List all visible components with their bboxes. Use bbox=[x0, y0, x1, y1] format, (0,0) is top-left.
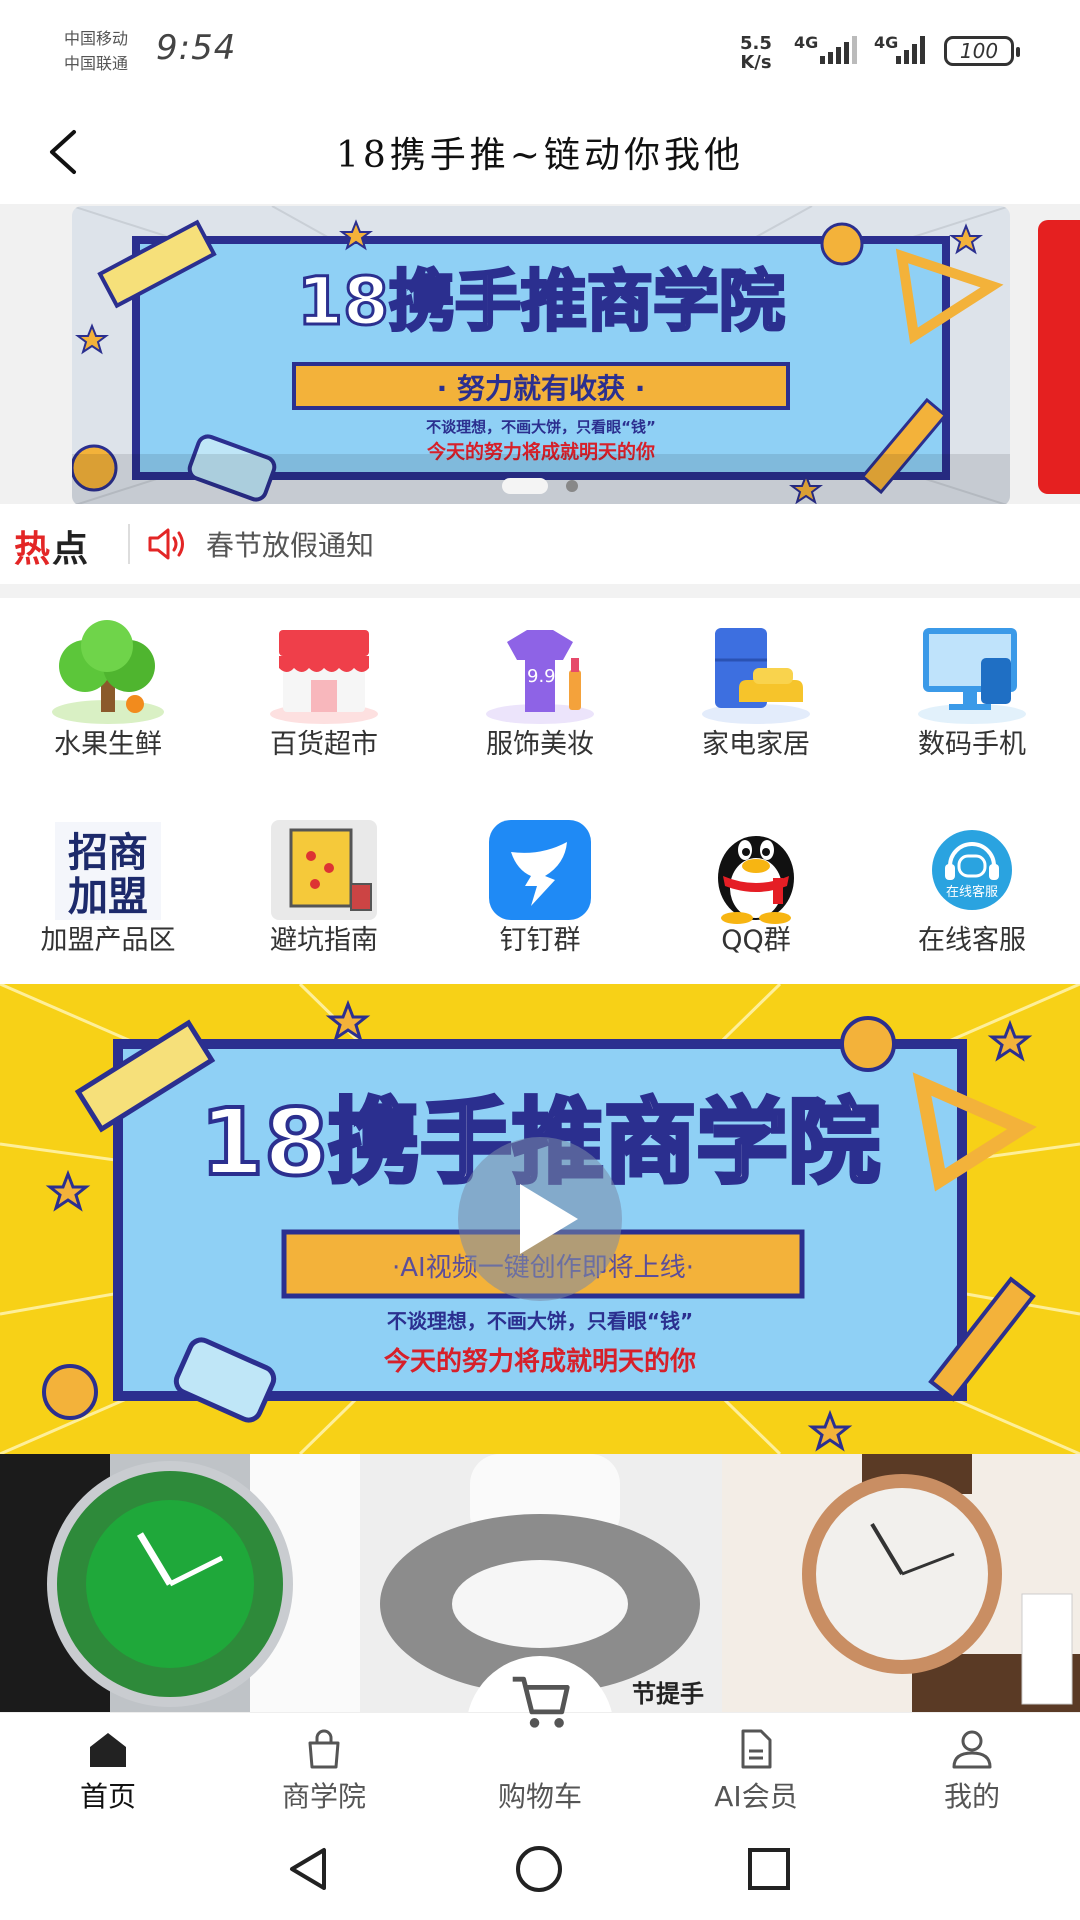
category-home-appliance[interactable]: 家电家居 bbox=[648, 598, 864, 778]
bottom-tab-bar: 首页 商学院 购物车 AI会员 我的 bbox=[0, 1676, 1080, 1817]
product-card-green-watch[interactable] bbox=[0, 1454, 360, 1712]
net-speed-value: 5.5 bbox=[740, 33, 772, 54]
signal-icon: 4G bbox=[874, 33, 925, 64]
franchise-icon: 招商 加盟 bbox=[55, 822, 161, 920]
battery-icon: 100 bbox=[944, 36, 1020, 66]
hot-logo-part-2: 点 bbox=[52, 529, 91, 570]
nav-back-icon[interactable] bbox=[284, 1844, 334, 1894]
speaker-icon bbox=[148, 528, 184, 560]
tab-label: 我的 bbox=[943, 1780, 1000, 1813]
video-artwork: 18携手推商学院 ·AI视频一键创作即将上线· 不谈理想，不画大饼，只看眼“钱”… bbox=[0, 984, 1080, 1454]
carousel-dot-active bbox=[502, 478, 548, 494]
product-caption: 节提手 bbox=[632, 1680, 704, 1708]
net-speed-unit: K/s bbox=[740, 52, 772, 73]
banner-heading: 18携手推商学院 bbox=[297, 263, 785, 340]
tree-icon bbox=[52, 620, 164, 724]
franchise-text-1: 招商 bbox=[68, 830, 148, 876]
cart-icon bbox=[512, 1676, 570, 1728]
clock: 9:54 bbox=[156, 28, 237, 68]
banner-line-1: 不谈理想，不画大饼，只看眼“钱” bbox=[426, 418, 656, 436]
category-label: 百货超市 bbox=[270, 729, 378, 760]
banner-ribbon: · 努力就有收获 · bbox=[437, 372, 646, 405]
service-icon-text: 在线客服 bbox=[946, 884, 998, 900]
store-icon bbox=[270, 630, 378, 724]
category-digital-phone[interactable]: 数码手机 bbox=[864, 598, 1080, 778]
tab-label: 首页 bbox=[79, 1780, 136, 1813]
category-grid: 水果生鲜 百货超市 9.9 服饰美妆 家电家居 数码手机 招商 加盟 加盟产品区… bbox=[0, 598, 1080, 982]
category-pitfall-guide[interactable]: 避坑指南 bbox=[216, 794, 432, 974]
tab-cart[interactable]: 购物车 bbox=[432, 1676, 648, 1817]
video-banner[interactable]: 18携手推商学院 ·AI视频一键创作即将上线· 不谈理想，不画大饼，只看眼“钱”… bbox=[0, 984, 1080, 1454]
nav-home-icon[interactable] bbox=[514, 1844, 564, 1894]
home-icon bbox=[90, 1733, 126, 1767]
carousel-dot bbox=[566, 480, 578, 492]
guide-icon bbox=[271, 820, 377, 920]
category-clothing-beauty[interactable]: 9.9 服饰美妆 bbox=[432, 598, 648, 778]
category-label: 家电家居 bbox=[702, 729, 810, 760]
tab-label: 购物车 bbox=[497, 1780, 582, 1813]
title-bar: 18携手推~链动你我他 bbox=[0, 100, 1080, 204]
gold-watch-image bbox=[722, 1454, 1080, 1712]
hot-news-logo: 热点 bbox=[14, 520, 90, 572]
qq-penguin-icon bbox=[718, 836, 794, 924]
tab-ai-member[interactable]: AI会员 bbox=[648, 1713, 864, 1817]
category-label: 加盟产品区 bbox=[40, 925, 176, 956]
tab-label: 商学院 bbox=[281, 1780, 366, 1813]
category-department-store[interactable]: 百货超市 bbox=[216, 598, 432, 778]
product-card-gold-watch[interactable] bbox=[722, 1454, 1080, 1712]
clothes-icon: 9.9 bbox=[486, 630, 594, 724]
category-label: 在线客服 bbox=[918, 925, 1026, 956]
carrier-1: 中国移动 bbox=[64, 29, 129, 48]
signal-2-label: 4G bbox=[874, 33, 898, 52]
category-label: QQ群 bbox=[721, 925, 791, 956]
system-nav-bar bbox=[0, 1816, 1080, 1920]
category-label: 水果生鲜 bbox=[54, 729, 162, 760]
category-dingtalk-group[interactable]: 钉钉群 bbox=[432, 794, 648, 974]
net-speed: 5.5 K/s bbox=[740, 34, 772, 72]
category-fruit-fresh[interactable]: 水果生鲜 bbox=[0, 598, 216, 778]
status-bar: 中国移动 中国联通 9:54 5.5 K/s 4G 4G 100 bbox=[0, 0, 1080, 100]
appliance-icon bbox=[702, 628, 810, 724]
tab-mine[interactable]: 我的 bbox=[864, 1713, 1080, 1817]
category-label: 避坑指南 bbox=[270, 925, 378, 956]
nav-recents-icon[interactable] bbox=[744, 1844, 794, 1894]
tab-business-school[interactable]: 商学院 bbox=[216, 1713, 432, 1817]
tab-label: AI会员 bbox=[714, 1780, 798, 1813]
category-label: 钉钉群 bbox=[499, 925, 581, 956]
banner-carousel[interactable]: 18携手推商学院 · 努力就有收获 · 不谈理想，不画大饼，只看眼“钱” 今天的… bbox=[0, 204, 1080, 504]
video-line-2: 今天的努力将成就明天的你 bbox=[384, 1346, 696, 1377]
category-qq-group[interactable]: QQ群 bbox=[648, 794, 864, 974]
customer-service-icon: 在线客服 bbox=[932, 830, 1012, 910]
carrier-2: 中国联通 bbox=[64, 54, 129, 73]
carrier-names: 中国移动 中国联通 bbox=[64, 26, 128, 76]
banner-slide[interactable]: 18携手推商学院 · 努力就有收获 · 不谈理想，不画大饼，只看眼“钱” 今天的… bbox=[72, 206, 1010, 504]
green-watch-image bbox=[0, 1454, 360, 1712]
tab-home[interactable]: 首页 bbox=[0, 1713, 216, 1817]
document-icon bbox=[741, 1729, 772, 1769]
video-line-1: 不谈理想，不画大饼，只看眼“钱” bbox=[387, 1309, 693, 1333]
page-title: 18携手推~链动你我他 bbox=[336, 135, 744, 176]
category-label: 数码手机 bbox=[918, 729, 1026, 760]
section-gap bbox=[0, 584, 1080, 598]
banner-artwork: 18携手推商学院 · 努力就有收获 · 不谈理想，不画大饼，只看眼“钱” 今天的… bbox=[72, 206, 1010, 504]
category-label: 服饰美妆 bbox=[486, 729, 594, 760]
user-icon bbox=[952, 1730, 992, 1769]
signal-1-label: 4G bbox=[794, 33, 818, 52]
hot-logo-part-1: 热 bbox=[14, 529, 53, 570]
bag-icon bbox=[308, 1729, 340, 1769]
svg-text:9.9: 9.9 bbox=[527, 666, 556, 687]
franchise-text-2: 加盟 bbox=[68, 874, 148, 920]
dingtalk-icon bbox=[489, 820, 591, 920]
signal-icon: 4G bbox=[794, 33, 857, 64]
computer-icon bbox=[918, 628, 1026, 724]
hot-news-text[interactable]: 春节放假通知 bbox=[206, 524, 374, 564]
category-franchise[interactable]: 招商 加盟 加盟产品区 bbox=[0, 794, 216, 974]
hot-news-bar[interactable]: 热点 春节放假通知 bbox=[0, 504, 1080, 584]
next-slide-peek[interactable] bbox=[1038, 220, 1080, 494]
category-online-service[interactable]: 在线客服 在线客服 bbox=[864, 794, 1080, 974]
divider bbox=[128, 524, 130, 564]
